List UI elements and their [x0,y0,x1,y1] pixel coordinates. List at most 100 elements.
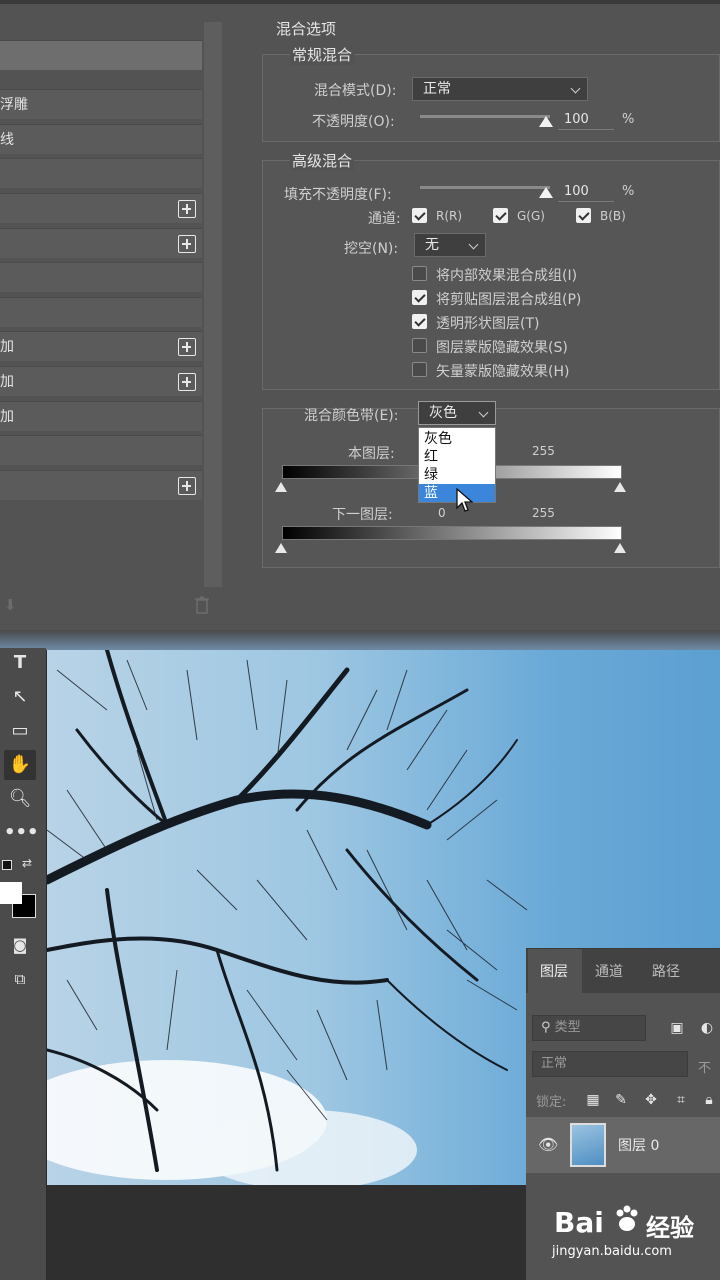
fill-opacity-input[interactable]: 100 [558,182,614,202]
underlying-layer-label: 下一图层: [332,507,393,523]
swap-colors-icon[interactable]: ⇄ [22,856,32,870]
opacity-slider-track[interactable] [420,115,550,118]
knockout-value: 无 [425,237,439,253]
advanced-option-label: 图层蒙版隐藏效果(S) [436,340,568,356]
advanced-option-checkbox[interactable] [412,266,427,281]
blend-if-menu-item[interactable]: 绿 [419,466,495,484]
add-effect-plus-icon[interactable] [178,373,196,391]
channel-b-checkbox[interactable] [576,208,591,223]
lock-position-icon[interactable]: ✥ [642,1091,660,1109]
hand-tool-icon[interactable]: ✋ [4,750,36,780]
channel-r-checkbox[interactable] [412,208,427,223]
advanced-option-checkbox[interactable] [412,338,427,353]
opacity-label: 不透明度(O): [312,114,395,130]
chevron-down-icon [570,83,581,94]
search-icon: ⚲ [541,1020,555,1035]
underlying-low-value: 0 [438,506,446,520]
tab-paths[interactable]: 路径 [652,961,680,981]
opacity-input[interactable]: 100 [558,110,614,130]
opacity-slider-thumb[interactable] [539,116,553,127]
foreground-color-swatch[interactable] [0,882,22,904]
add-effect-plus-icon[interactable] [178,200,196,218]
style-list-item[interactable]: 加 [0,401,202,431]
chevron-down-icon [468,239,479,250]
general-blending-title: 常规混合 [290,44,355,65]
screen-mode-icon[interactable]: ⧉ [4,964,36,994]
layer-opacity-label: 不 [698,1061,712,1076]
lock-artboard-icon[interactable]: ⌗ [672,1091,690,1109]
zoom-tool-icon[interactable]: 🔍︎ [4,784,36,814]
channel-b-label: B(B) [600,209,626,223]
style-list-item[interactable] [0,40,202,70]
layer-row[interactable]: 👁︎ 图层 0 [526,1117,720,1173]
blend-if-select[interactable]: 灰色 [418,401,496,425]
blend-if-menu-item[interactable]: 灰色 [419,430,495,448]
type-tool-icon[interactable]: T [4,648,36,678]
tools-bar: T ↖ ▭ ✋ 🔍︎ ••• ⇄ ◙ ⧉ [0,648,46,1280]
advanced-option-checkbox[interactable] [412,314,427,329]
default-colors-icon[interactable] [2,860,12,870]
style-list-item[interactable] [0,158,202,188]
knockout-select[interactable]: 无 [414,233,486,257]
channel-g-label: G(G) [517,209,545,223]
style-list-item-label: 加 [0,339,14,355]
style-list-scrollbar[interactable] [204,22,222,587]
blend-mode-label: 混合模式(D): [314,83,397,99]
advanced-option-checkbox[interactable] [412,362,427,377]
lock-transparent-icon[interactable]: ▦ [584,1091,602,1109]
channel-g-checkbox[interactable] [493,208,508,223]
fill-opacity-slider-track[interactable] [420,186,550,189]
add-effect-plus-icon[interactable] [178,338,196,356]
image-filter-icon[interactable]: ▣ [668,1019,686,1037]
layer-filter-placeholder: 类型 [554,1020,581,1035]
add-effect-plus-icon[interactable] [178,477,196,495]
style-list-item[interactable]: 浮雕 [0,89,202,119]
style-list-item[interactable]: 加 [0,366,202,396]
style-list-item-label: 线 [0,132,14,148]
style-list-item[interactable] [0,470,202,500]
style-list-item[interactable] [0,262,202,292]
advanced-option-label: 矢量蒙版隐藏效果(H) [436,364,570,380]
channel-r-label: R(R) [436,209,463,223]
layer-thumbnail [570,1123,606,1167]
style-list-item[interactable] [0,297,202,327]
style-list-item-label: 浮雕 [0,97,28,113]
trash-icon[interactable] [194,596,210,614]
blend-if-menu-item[interactable]: 红 [419,448,495,466]
eye-icon[interactable]: 👁︎ [538,1136,558,1154]
more-tools-icon[interactable]: ••• [4,818,39,848]
fill-opacity-slider-thumb[interactable] [539,187,553,198]
adjustment-filter-icon[interactable]: ◐ [698,1019,716,1037]
style-list: 浮雕线加加加 [0,22,224,624]
advanced-option-checkbox[interactable] [412,290,427,305]
add-effect-plus-icon[interactable] [178,235,196,253]
blend-mode-select[interactable]: 正常 [412,77,588,101]
this-layer-black-handle[interactable] [275,482,287,492]
baidu-watermark: Bai 经验 jingyan.baidu.com [552,1200,720,1270]
move-down-icon[interactable]: ⬇ [4,596,17,614]
style-list-item[interactable] [0,228,202,258]
opacity-unit: % [622,112,635,127]
this-layer-white-handle[interactable] [614,482,626,492]
layer-filter-field[interactable]: ⚲ 类型 [532,1015,646,1041]
this-layer-label: 本图层: [348,446,395,462]
tab-layers[interactable]: 图层 [540,961,568,981]
underlying-black-handle[interactable] [275,543,287,553]
lock-all-icon[interactable]: 🔒︎ [700,1091,718,1109]
style-list-item[interactable] [0,193,202,223]
fill-opacity-label: 填充不透明度(F): [284,187,392,203]
underlying-white-handle[interactable] [614,543,626,553]
lock-paint-icon[interactable]: ✎ [612,1091,630,1109]
style-list-item[interactable]: 线 [0,124,202,154]
tab-channels[interactable]: 通道 [595,961,623,981]
rectangle-tool-icon[interactable]: ▭ [4,716,36,746]
window-separator [0,630,720,650]
path-select-tool-icon[interactable]: ↖ [4,682,36,712]
watermark-url: jingyan.baidu.com [552,1244,672,1259]
style-list-item[interactable]: 加 [0,331,202,361]
style-list-item[interactable] [0,435,202,465]
dialog-top-border [0,0,720,4]
watermark-brand: Bai [554,1206,604,1239]
quick-mask-icon[interactable]: ◙ [4,930,36,960]
layer-blend-mode-select[interactable]: 正常 [532,1051,688,1077]
